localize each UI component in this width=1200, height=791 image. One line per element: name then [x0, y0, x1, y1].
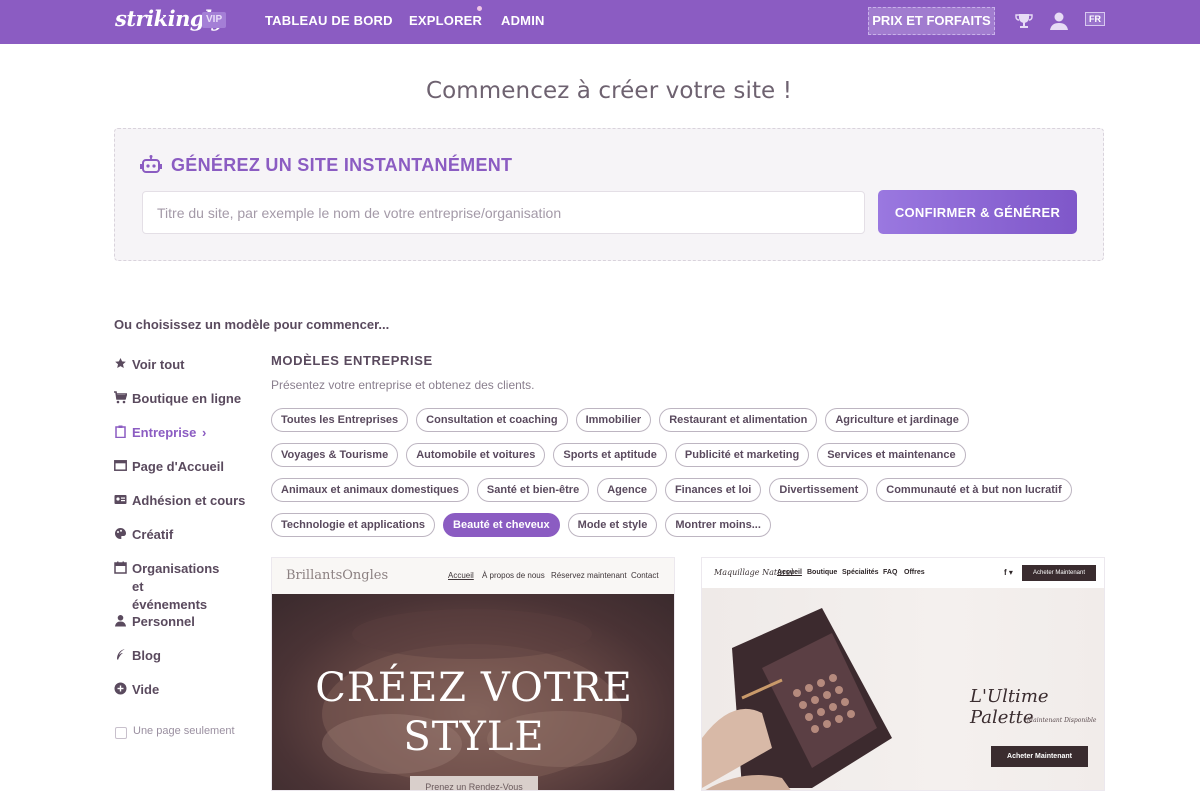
tag-agriculture[interactable]: Agriculture et jardinage	[825, 408, 969, 432]
sidebar-item-label: Vide	[132, 682, 160, 697]
sidebar-item-label: Page d'Accueil	[132, 459, 224, 474]
template-hero-image: CRÉEZ VOTRE STYLE	[272, 594, 674, 790]
template-nav-link: Spécialités	[842, 569, 879, 576]
page-title: Commencez à créer votre site !	[425, 78, 793, 104]
template-hero-heading: CRÉEZ VOTRE STYLE	[272, 664, 674, 762]
tag-technology[interactable]: Technologie et applications	[271, 513, 436, 537]
tag-fashion[interactable]: Mode et style	[567, 513, 658, 537]
template-card-nails[interactable]: BrillantsOngles Accueil À propos de nous…	[271, 557, 675, 791]
template-nav-link: Boutique	[807, 569, 838, 576]
palette-icon	[114, 527, 127, 540]
sidebar-item-label: Entreprise	[132, 425, 197, 440]
template-nav-link: Contact	[631, 571, 659, 580]
tag-consulting[interactable]: Consultation et coaching	[416, 408, 568, 432]
clipboard-icon	[114, 425, 127, 439]
template-nav-link: Réservez maintenant	[551, 571, 627, 580]
sidebar-item-label: Voir tout	[132, 357, 185, 372]
hero-line: STYLE	[403, 714, 545, 760]
tag-services[interactable]: Services et maintenance	[817, 443, 966, 467]
tag-health[interactable]: Santé et bien-être	[476, 478, 590, 502]
pricing-button[interactable]: PRIX ET FORFAITS	[868, 7, 995, 35]
tag-all-businesses[interactable]: Toutes les Entreprises	[271, 408, 409, 432]
sidebar-item-label: Personnel	[132, 614, 195, 629]
tag-row: Technologie et applications Beauté et ch…	[271, 513, 1111, 537]
template-card-makeup[interactable]: Maquillage Naturel Accueil Boutique Spéc…	[701, 557, 1105, 791]
sidebar-item-label: Créatif	[132, 527, 174, 542]
template-preview-nav: BrillantsOngles Accueil À propos de nous…	[272, 558, 674, 594]
tag-beauty-selected[interactable]: Beauté et cheveux	[443, 513, 560, 537]
tag-restaurant[interactable]: Restaurant et alimentation	[659, 408, 818, 432]
star-icon	[114, 357, 127, 370]
top-nav-bar: strikingly VIP TABLEAU DE BORD EXPLORER …	[0, 0, 1200, 44]
single-page-checkbox[interactable]	[115, 727, 127, 739]
new-indicator-dot	[477, 6, 482, 11]
confirm-generate-button[interactable]: CONFIRMER & GÉNÉRER	[878, 190, 1077, 234]
tag-row: Animaux et animaux domestiques Santé et …	[271, 478, 1111, 502]
tag-travel[interactable]: Voyages & Tourisme	[271, 443, 399, 467]
template-hero-subtitle: Maintenant Disponible	[1027, 717, 1097, 724]
template-nav-link: Offres	[904, 569, 925, 576]
person-icon	[114, 614, 127, 627]
site-title-input[interactable]	[142, 191, 865, 234]
template-nav-link: À propos de nous	[482, 571, 545, 580]
choose-template-label: Ou choisissez un modèle pour commencer..…	[114, 317, 390, 332]
tag-row: Toutes les Entreprises Consultation et c…	[271, 408, 1111, 432]
template-nav-button: Acheter Maintenant	[1022, 565, 1096, 581]
tag-row: Voyages & Tourisme Automobile et voiture…	[271, 443, 1111, 467]
tag-sports[interactable]: Sports et aptitude	[553, 443, 667, 467]
trophy-icon[interactable]	[1013, 10, 1035, 32]
nav-link-explore[interactable]: EXPLORER	[409, 13, 482, 28]
calendar-icon	[114, 561, 127, 574]
template-hero-image: L'Ultime Palette Maintenant Disponible A…	[702, 588, 1104, 790]
sidebar-item-label: Organisations et événements	[132, 561, 220, 612]
nav-link-admin[interactable]: ADMIN	[501, 13, 545, 28]
tag-pets[interactable]: Animaux et animaux domestiques	[271, 478, 469, 502]
template-cta-button: Prenez un Rendez-Vous	[410, 776, 538, 790]
plus-circle-icon	[114, 682, 127, 695]
tag-entertainment[interactable]: Divertissement	[769, 478, 869, 502]
chevron-right-icon: ›	[202, 425, 207, 440]
template-nav-link: Accueil	[448, 571, 474, 580]
vip-badge: VIP	[202, 12, 227, 28]
tag-automotive[interactable]: Automobile et voitures	[406, 443, 546, 467]
show-less-button[interactable]: Montrer moins...	[665, 513, 771, 537]
user-icon[interactable]	[1048, 10, 1070, 32]
cart-icon	[114, 391, 128, 404]
template-logo: BrillantsOngles	[286, 568, 389, 583]
tag-nonprofit[interactable]: Communauté et à but non lucratif	[876, 478, 1072, 502]
sidebar-item-label: Adhésion et cours	[132, 493, 246, 508]
tag-real-estate[interactable]: Immobilier	[575, 408, 652, 432]
template-preview-nav: Maquillage Naturel Accueil Boutique Spéc…	[702, 558, 1104, 588]
robot-icon	[140, 155, 162, 175]
tag-advertising[interactable]: Publicité et marketing	[674, 443, 810, 467]
template-nav-link: Accueil	[777, 569, 802, 576]
template-cta-button: Acheter Maintenant	[991, 746, 1088, 767]
category-tag-list: Toutes les Entreprises Consultation et c…	[271, 408, 1111, 548]
tag-agency[interactable]: Agence	[597, 478, 657, 502]
template-nav-link: FAQ	[883, 569, 898, 576]
category-title: MODÈLES ENTREPRISE	[271, 353, 433, 368]
single-page-label[interactable]: Une page seulement	[133, 725, 235, 737]
feather-icon	[114, 648, 127, 661]
sidebar-item-label: Blog	[132, 648, 161, 663]
language-selector[interactable]: FR	[1085, 12, 1105, 26]
generator-title: GÉNÉREZ UN SITE INSTANTANÉMENT	[171, 155, 513, 175]
category-subtitle: Présentez votre entreprise et obtenez de…	[271, 378, 535, 392]
nav-link-dashboard[interactable]: TABLEAU DE BORD	[265, 13, 393, 28]
tag-finance[interactable]: Finances et loi	[664, 478, 762, 502]
facebook-icon: f ▾	[1004, 568, 1013, 577]
window-icon	[114, 459, 127, 472]
hero-line: CRÉEZ VOTRE	[315, 665, 633, 711]
id-card-icon	[114, 493, 127, 506]
sidebar-item-label: Boutique en ligne	[132, 391, 242, 406]
